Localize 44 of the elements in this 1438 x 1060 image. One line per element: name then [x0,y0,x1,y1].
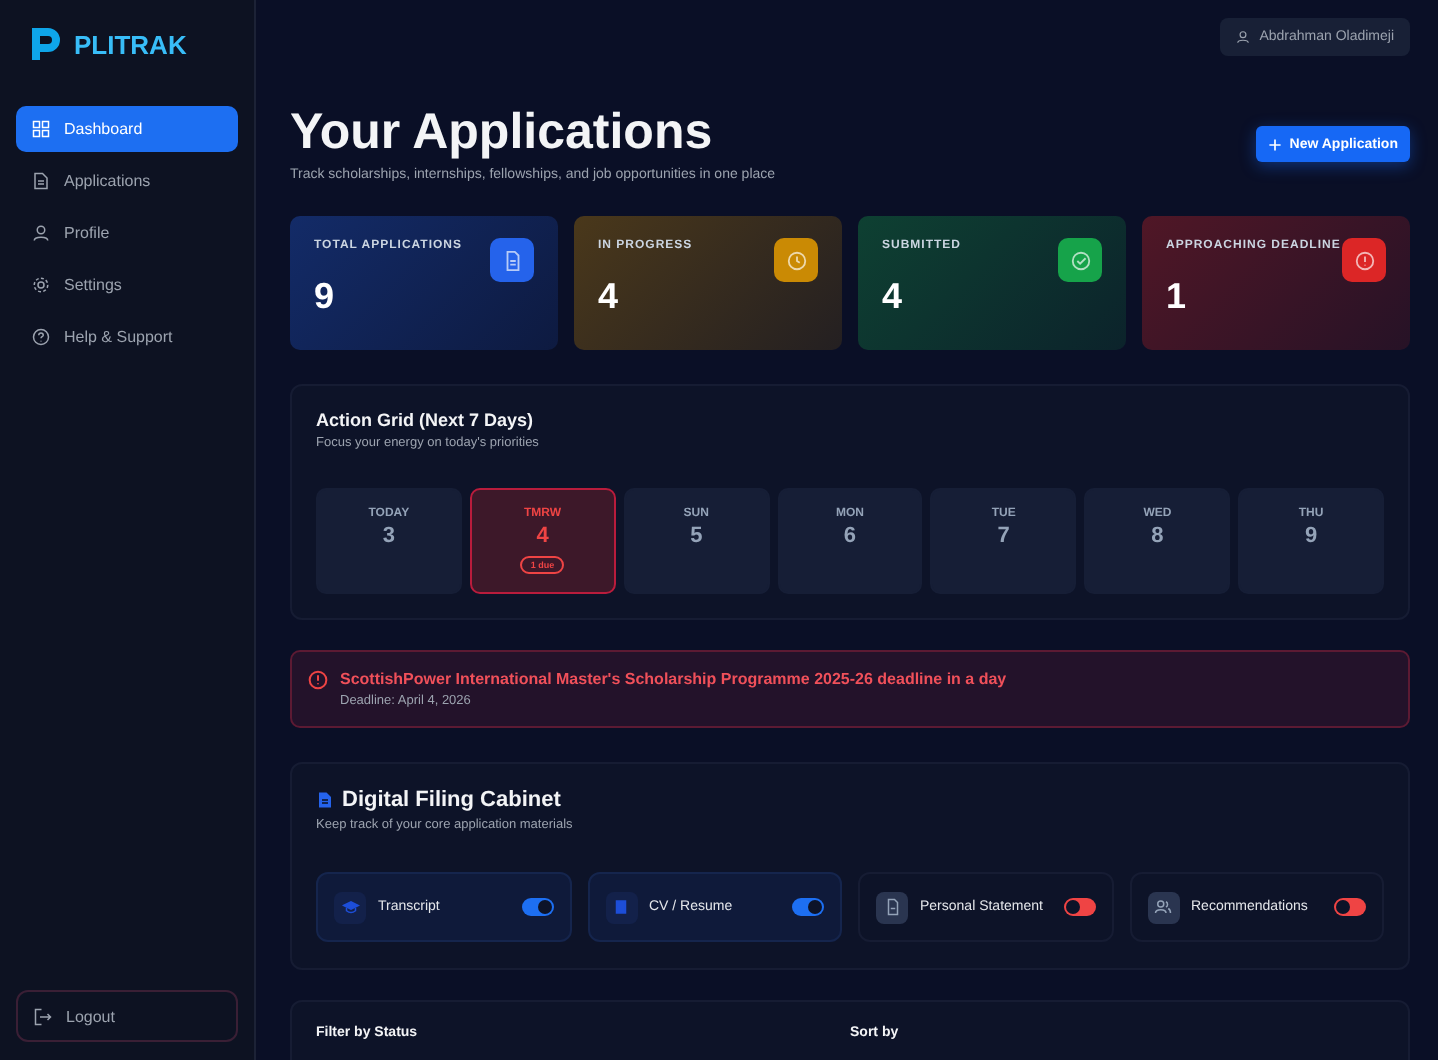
logo-icon [26,24,66,64]
alert-icon [1353,249,1375,271]
day-date: 5 [690,524,703,548]
day-date: 9 [1305,524,1318,548]
sidebar-item[interactable]: Help & Support [16,314,238,360]
document-icon [883,898,901,916]
toggle-switch[interactable] [521,898,553,916]
sidebar-item[interactable]: Applications [16,158,238,204]
check-circle-icon [1069,249,1091,271]
toggle-switch[interactable] [792,898,824,916]
user-icon [1235,30,1250,44]
users-icon [1154,898,1172,916]
document-icon [501,249,523,271]
day-date: 3 [382,524,395,548]
document-icon [316,790,334,810]
day-date: 8 [1151,524,1164,548]
graduation-cap-icon [341,898,359,916]
sidebar-item[interactable]: Profile [16,210,238,256]
clock-icon [785,249,807,271]
day-date: 4 [536,524,549,548]
settings-icon [32,276,50,294]
day-date: 7 [997,524,1010,548]
stat-value: 9 [314,276,337,318]
sidebar-item[interactable]: Settings [16,262,238,308]
toggle-switch[interactable] [1334,898,1366,916]
stat-value: 4 [598,276,621,318]
sidebar-item[interactable]: Dashboard [16,106,238,152]
document-icon [32,172,50,190]
plus-icon [1267,137,1282,151]
alert-title: ScottishPower International Master's Scholarship Programme 2025-26 deadline in a day [340,670,1007,688]
stat-value: 1 [1166,276,1189,318]
card-title: Digital Filing Cabinet [342,788,561,812]
brand-name: PLITRAK [74,29,187,59]
page-title: Your Applications [290,104,715,160]
toggle-switch[interactable] [1063,898,1095,916]
day-date: 6 [843,524,857,548]
logout-button[interactable]: Logout [16,990,238,1042]
logout-icon [34,1007,52,1025]
alert-icon [308,670,328,690]
card-title: Action Grid (Next 7 Days) [316,410,536,430]
help-icon [32,328,50,346]
stat-value: 4 [882,276,905,318]
grid-icon [32,120,50,138]
user-icon [32,224,50,242]
